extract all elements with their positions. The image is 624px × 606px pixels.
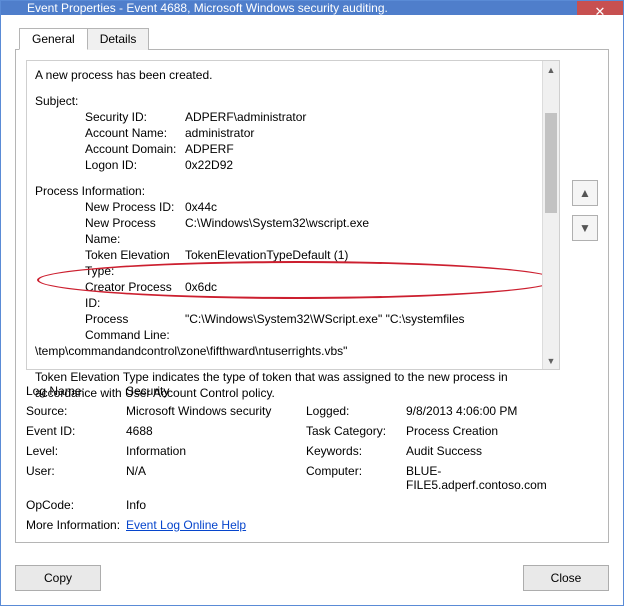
message-scrollbar[interactable]: ▲ ▼ [542,61,559,369]
prev-event-button[interactable]: ▲ [572,180,598,206]
lbl-security-id: Security ID: [35,109,185,125]
lbl-computer: Computer: [306,464,406,492]
procinfo-heading: Process Information: [35,183,531,199]
val-security-id: ADPERF\administrator [185,109,531,125]
val-new-pid: 0x44c [185,199,531,215]
lbl-user: User: [26,464,126,492]
tab-general[interactable]: General [19,28,88,50]
val-eventid: 4688 [126,424,306,438]
val-new-pname: C:\Windows\System32\wscript.exe [185,215,531,247]
msg-footer: Token Elevation Type indicates the type … [35,369,531,401]
val-opcode: Info [126,498,560,512]
val-user: N/A [126,464,306,492]
lbl-moreinfo: More Information: [26,518,126,532]
lbl-keywords: Keywords: [306,444,406,458]
val-account-name: administrator [185,125,531,141]
val-taskcat: Process Creation [406,424,560,438]
window-title: Event Properties - Event 4688, Microsoft… [27,1,388,15]
lbl-token-elev: Token Elevation Type: [35,247,185,279]
scroll-track [543,78,559,352]
link-event-log-help[interactable]: Event Log Online Help [126,518,246,532]
tab-page-general: ▲ ▼ A new process has been created. Subj… [15,50,609,543]
val-logon-id: 0x22D92 [185,157,531,173]
val-keywords: Audit Success [406,444,560,458]
lbl-source: Source: [26,404,126,418]
scroll-up-icon: ▲ [543,61,559,78]
window: Event Properties - Event 4688, Microsoft… [0,0,624,606]
val-token-elev: TokenElevationTypeDefault (1) [185,247,531,279]
scroll-thumb[interactable] [545,113,557,213]
val-cmdline-1: "C:\Windows\System32\WScript.exe" "C:\sy… [185,311,531,343]
next-event-button[interactable]: ▼ [572,215,598,241]
lbl-logged: Logged: [306,404,406,418]
tab-details[interactable]: Details [87,28,150,50]
lbl-logon-id: Logon ID: [35,157,185,173]
subject-heading: Subject: [35,93,531,109]
copy-button[interactable]: Copy [15,565,101,591]
close-dialog-button[interactable]: Close [523,565,609,591]
val-creator-pid: 0x6dc [185,279,531,311]
event-description-content: A new process has been created. Subject:… [35,67,551,401]
event-metadata: Log Name: Security Source: Microsoft Win… [26,384,560,532]
lbl-account-domain: Account Domain: [35,141,185,157]
lbl-new-pname: New Process Name: [35,215,185,247]
lbl-account-name: Account Name: [35,125,185,141]
client-area: General Details ▲ ▼ A new process has be… [1,15,623,555]
event-description-box: A new process has been created. Subject:… [26,60,560,370]
titlebar: Event Properties - Event 4688, Microsoft… [1,1,623,15]
val-logged: 9/8/2013 4:06:00 PM [406,404,560,418]
lbl-cmdline: Process Command Line: [35,311,185,343]
lbl-taskcat: Task Category: [306,424,406,438]
val-computer: BLUE-FILE5.adperf.contoso.com [406,464,560,492]
val-level: Information [126,444,306,458]
lbl-eventid: Event ID: [26,424,126,438]
val-account-domain: ADPERF [185,141,531,157]
lbl-opcode: OpCode: [26,498,126,512]
scroll-down-icon: ▼ [543,352,559,369]
msg-title: A new process has been created. [35,67,531,83]
arrow-down-icon: ▼ [579,221,591,235]
lbl-level: Level: [26,444,126,458]
val-cmdline-2: \temp\commandandcontrol\zone\fifthward\n… [35,343,531,359]
val-source: Microsoft Windows security [126,404,306,418]
tab-strip: General Details [15,27,609,50]
lbl-new-pid: New Process ID: [35,199,185,215]
lbl-creator-pid: Creator Process ID: [35,279,185,311]
arrow-up-icon: ▲ [579,186,591,200]
button-row: Copy Close [1,555,623,605]
